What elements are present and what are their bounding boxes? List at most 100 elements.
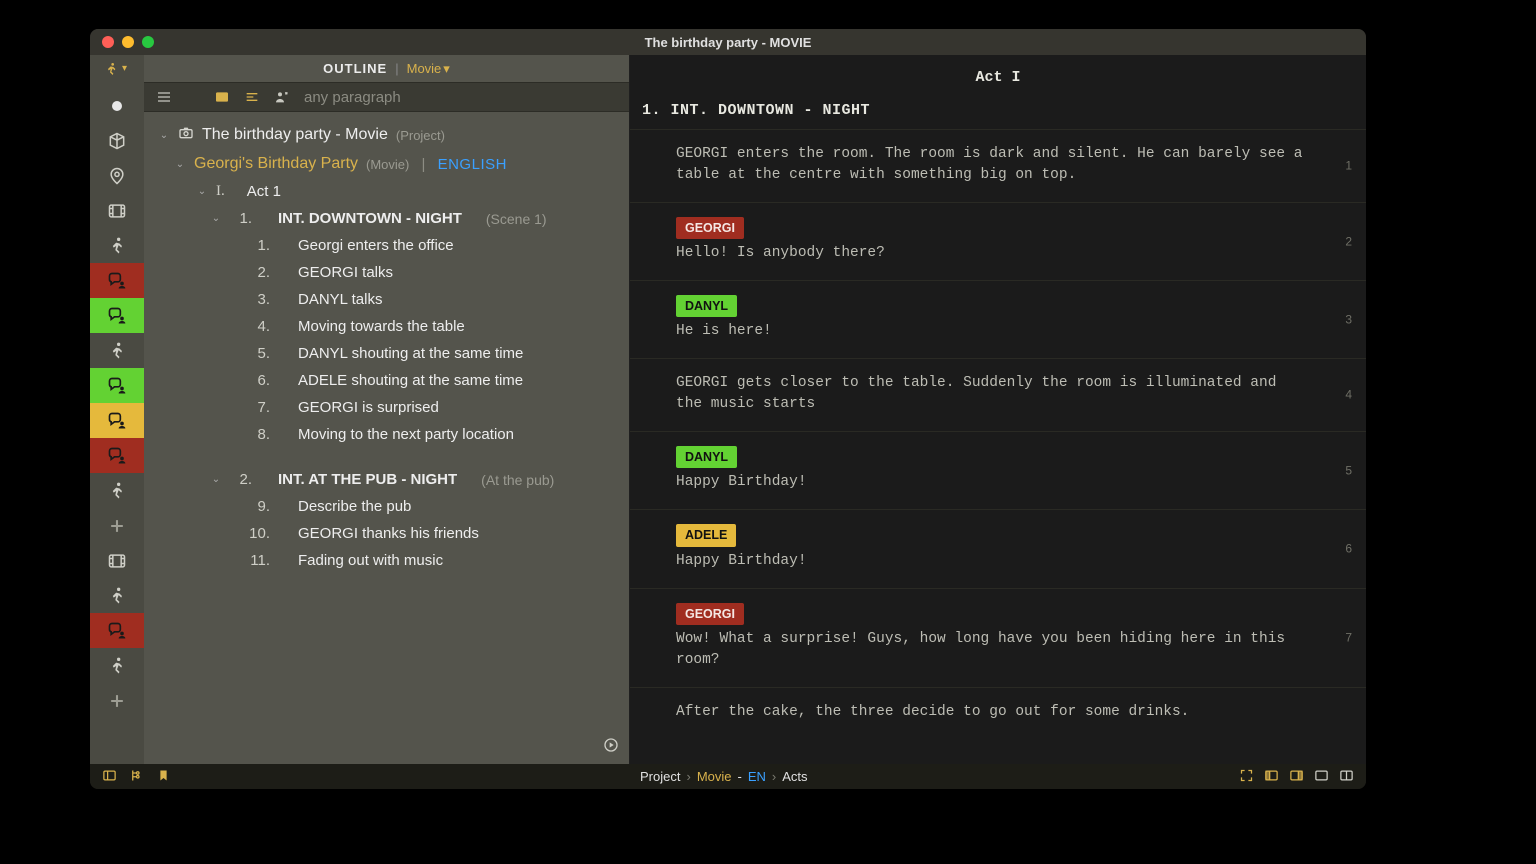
outline-movie-node[interactable]: ⌄ Georgi's Birthday Party (Movie) | ENGL… <box>144 150 629 178</box>
script-dialogue-block[interactable]: GEORGIHello! Is anybody there?2 <box>630 203 1366 281</box>
breadcrumb-movie[interactable]: Movie <box>697 769 732 784</box>
left-rail: ▾ <box>90 55 144 764</box>
window-controls <box>90 36 154 48</box>
rail-dot-item[interactable] <box>90 88 144 123</box>
script-action-block[interactable]: GEORGI gets closer to the table. Suddenl… <box>630 359 1366 432</box>
close-window-button[interactable] <box>102 36 114 48</box>
outline-beat-node[interactable]: 8.Moving to the next party location <box>144 421 629 448</box>
chevron-down-icon: ⌄ <box>158 130 170 141</box>
fullscreen-icon[interactable] <box>1239 768 1254 786</box>
beat-text: Describe the pub <box>298 498 411 515</box>
outline-beat-node[interactable]: 9.Describe the pub <box>144 493 629 520</box>
script-panel: Act I 1. INT. DOWNTOWN - NIGHT GEORGI en… <box>630 55 1366 764</box>
layout-right-icon[interactable] <box>1289 768 1304 786</box>
beat-text: GEORGI is surprised <box>298 399 439 416</box>
breadcrumb-acts[interactable]: Acts <box>782 769 807 784</box>
character-tag: GEORGI <box>676 603 744 625</box>
rail-run-item[interactable] <box>90 473 144 508</box>
act-roman: I. <box>216 183 225 200</box>
rail-cube-item[interactable] <box>90 123 144 158</box>
titlebar: The birthday party - MOVIE <box>90 29 1366 55</box>
layout-left-icon[interactable] <box>1264 768 1279 786</box>
breadcrumb-lang[interactable]: EN <box>748 769 766 784</box>
outline-beat-node[interactable]: 2.GEORGI talks <box>144 259 629 286</box>
scene-heading: INT. AT THE PUB - NIGHT <box>278 471 457 488</box>
rail-talk-item[interactable] <box>90 263 144 298</box>
zoom-window-button[interactable] <box>142 36 154 48</box>
running-icon <box>104 61 120 77</box>
rail-talk-item[interactable] <box>90 403 144 438</box>
movie-language[interactable]: ENGLISH <box>438 156 507 173</box>
list-view-icon[interactable] <box>244 89 260 105</box>
outline-beat-node[interactable]: 7.GEORGI is surprised <box>144 394 629 421</box>
paragraph-number: 2 <box>1345 233 1352 250</box>
rail-talk-item[interactable] <box>90 613 144 648</box>
script-dialogue-block[interactable]: DANYLHappy Birthday!5 <box>630 432 1366 510</box>
scene-meta: (At the pub) <box>481 472 554 488</box>
bookmark-icon[interactable] <box>156 768 171 786</box>
chevron-down-icon: ▾ <box>122 63 127 74</box>
rail-run-item[interactable] <box>90 578 144 613</box>
character-tag: ADELE <box>676 524 736 546</box>
movie-name: Georgi's Birthday Party <box>194 155 358 173</box>
rail-talk-item[interactable] <box>90 368 144 403</box>
outline-project-node[interactable]: ⌄ The birthday party - Movie (Project) <box>144 120 629 150</box>
outline-mode-dropdown[interactable]: Movie ▾ <box>407 61 450 77</box>
script-action-block[interactable]: GEORGI enters the room. The room is dark… <box>630 130 1366 203</box>
minimize-window-button[interactable] <box>122 36 134 48</box>
camera-icon <box>178 125 194 145</box>
status-bar: Project › Movie - EN › Acts <box>90 764 1366 789</box>
outline-beat-node[interactable]: 6.ADELE shouting at the same time <box>144 367 629 394</box>
card-view-icon[interactable] <box>214 89 230 105</box>
breadcrumb: Project › Movie - EN › Acts <box>170 769 808 784</box>
script-dialogue-block[interactable]: DANYLHe is here!3 <box>630 281 1366 359</box>
rail-talk-item[interactable] <box>90 438 144 473</box>
outline-beat-node[interactable]: 5.DANYL shouting at the same time <box>144 340 629 367</box>
chevron-down-icon: ⌄ <box>210 474 222 485</box>
character-tag: GEORGI <box>676 217 744 239</box>
outline-header: OUTLINE | Movie ▾ <box>144 55 629 82</box>
breadcrumb-project[interactable]: Project <box>640 769 680 784</box>
beat-text: DANYL talks <box>298 291 382 308</box>
rail-plus-item[interactable] <box>90 508 144 543</box>
outline-scene-node[interactable]: ⌄2.INT. AT THE PUB - NIGHT(At the pub) <box>144 466 629 493</box>
menu-icon[interactable] <box>156 89 172 105</box>
outline-beat-node[interactable]: 10.GEORGI thanks his friends <box>144 520 629 547</box>
script-dialogue-block[interactable]: GEORGIWow! What a surprise! Guys, how lo… <box>630 589 1366 688</box>
character-filter-icon[interactable] <box>274 89 290 105</box>
outline-scene-node[interactable]: ⌄1.INT. DOWNTOWN - NIGHT(Scene 1) <box>144 205 629 232</box>
movie-type: (Movie) <box>366 157 409 172</box>
rail-run-item[interactable] <box>90 648 144 683</box>
outline-act-node[interactable]: ⌄ I. Act 1 <box>144 178 629 205</box>
outline-tree: ⌄ The birthday party - Movie (Project) ⌄… <box>144 112 629 764</box>
jump-to-icon[interactable] <box>603 737 619 758</box>
tree-icon[interactable] <box>129 768 144 786</box>
outline-beat-node[interactable]: 3.DANYL talks <box>144 286 629 313</box>
rail-mode-button[interactable]: ▾ <box>90 55 144 82</box>
paragraph-number: 7 <box>1345 629 1352 646</box>
outline-beat-node[interactable]: 1.Georgi enters the office <box>144 232 629 259</box>
layout-split-icon[interactable] <box>1339 768 1354 786</box>
project-title: The birthday party - Movie <box>202 126 388 144</box>
outline-beat-node[interactable]: 11.Fading out with music <box>144 547 629 574</box>
rail-plus-item[interactable] <box>90 683 144 718</box>
panel-toggle-icon[interactable] <box>102 768 117 786</box>
rail-film-item[interactable] <box>90 193 144 228</box>
paragraph-number: 1 <box>1345 157 1352 174</box>
rail-film-item[interactable] <box>90 543 144 578</box>
rail-run-item[interactable] <box>90 228 144 263</box>
rail-talk-item[interactable] <box>90 298 144 333</box>
outline-filter-input[interactable] <box>304 89 617 106</box>
window-title: The birthday party - MOVIE <box>90 35 1366 50</box>
rail-pin-item[interactable] <box>90 158 144 193</box>
outline-label: OUTLINE <box>323 61 387 76</box>
scene-meta: (Scene 1) <box>486 211 547 227</box>
character-tag: DANYL <box>676 295 737 317</box>
script-action-block[interactable]: After the cake, the three decide to go o… <box>630 688 1366 739</box>
outline-beat-node[interactable]: 4.Moving towards the table <box>144 313 629 340</box>
dialogue-text: He is here! <box>676 323 772 339</box>
layout-single-icon[interactable] <box>1314 768 1329 786</box>
script-dialogue-block[interactable]: ADELEHappy Birthday!6 <box>630 510 1366 588</box>
beat-text: Georgi enters the office <box>298 237 454 254</box>
rail-run-item[interactable] <box>90 333 144 368</box>
